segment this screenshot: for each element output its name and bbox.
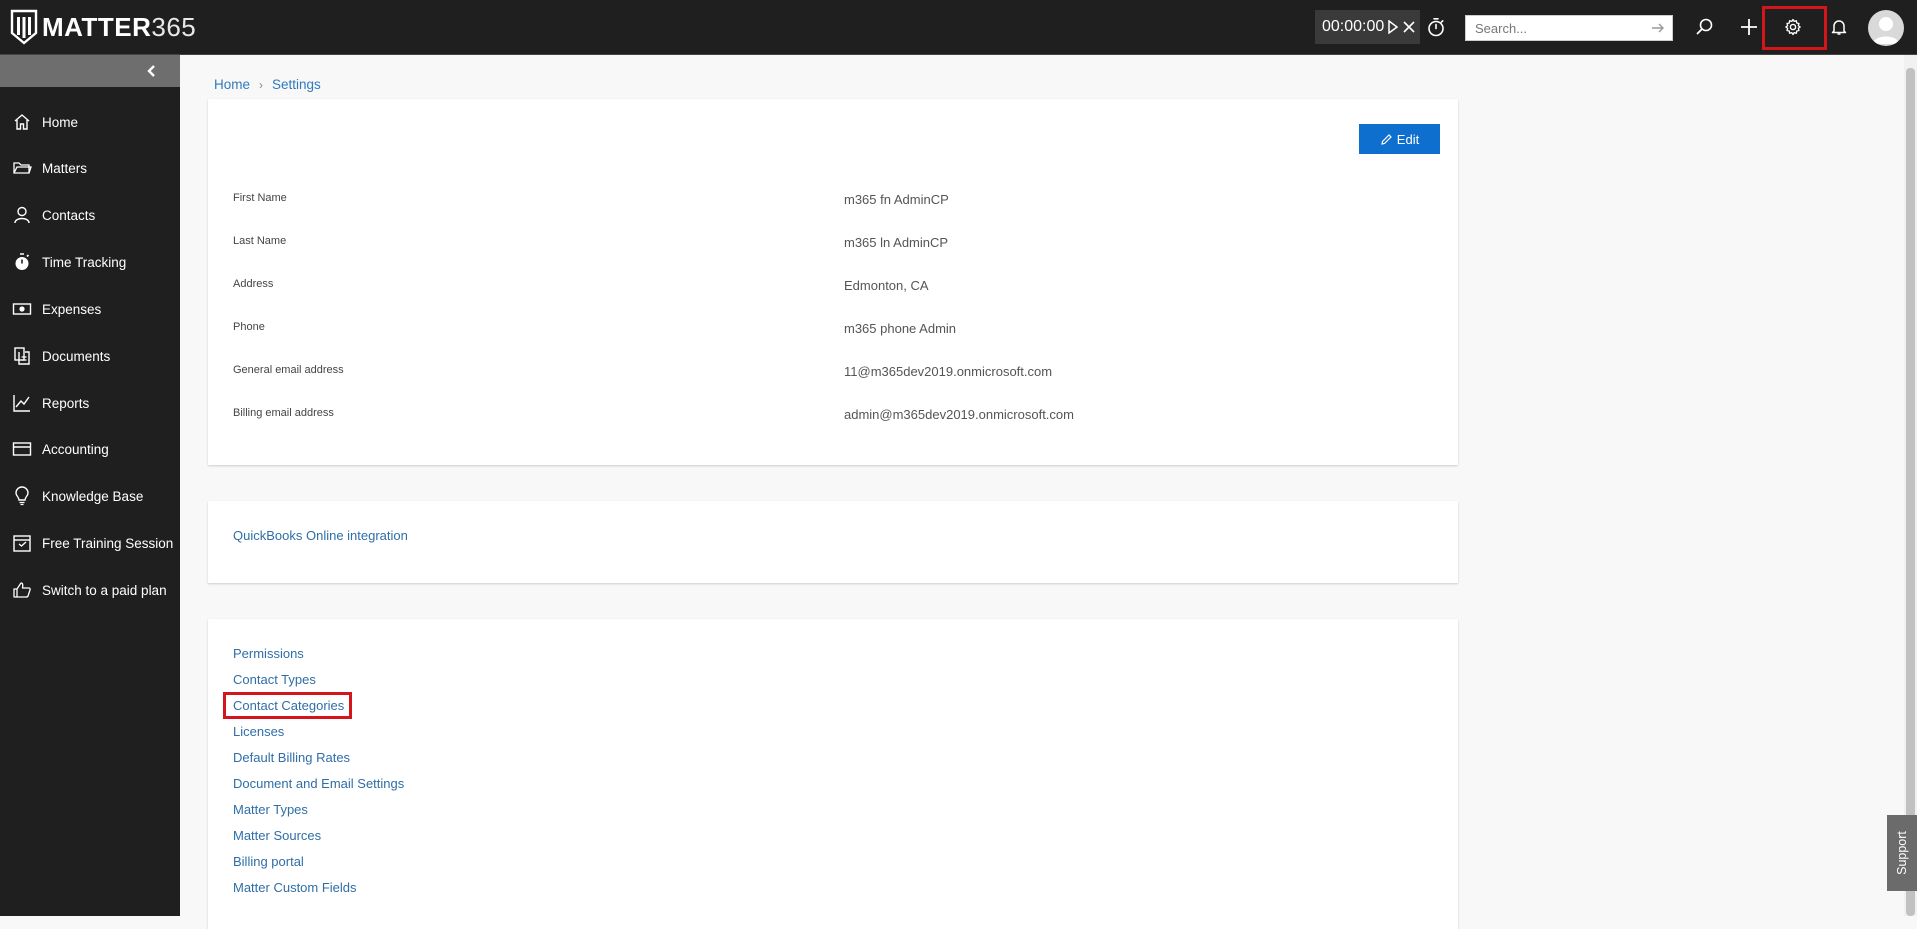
- breadcrumb-current[interactable]: Settings: [272, 77, 321, 92]
- permissions-link[interactable]: Permissions: [233, 646, 304, 661]
- matter-custom-fields-link[interactable]: Matter Custom Fields: [233, 880, 357, 895]
- phone-label: Phone: [233, 321, 265, 333]
- sidebar-item-label: Expenses: [42, 301, 102, 317]
- money-icon: [11, 298, 33, 320]
- sidebar-item-label: Free Training Session: [42, 535, 174, 551]
- billing-portal-link[interactable]: Billing portal: [233, 854, 304, 869]
- sidebar-item-label: Contacts: [42, 207, 96, 223]
- general-email-label: General email address: [233, 364, 344, 376]
- sidebar-item-contacts[interactable]: Contacts: [0, 196, 180, 234]
- edit-button-label: Edit: [1396, 131, 1420, 147]
- stopwatch-icon[interactable]: [1425, 15, 1447, 39]
- search-input[interactable]: [1466, 16, 1654, 40]
- arrow-right-icon[interactable]: [1650, 20, 1666, 41]
- contact-categories-highlight-box: [223, 692, 352, 719]
- contact-types-link[interactable]: Contact Types: [233, 672, 316, 687]
- chevron-left-icon: [147, 65, 155, 77]
- edit-button[interactable]: Edit: [1359, 124, 1440, 154]
- sidebar-item-knowledge-base[interactable]: Knowledge Base: [0, 477, 180, 515]
- stopwatch-icon: [11, 251, 33, 273]
- play-icon[interactable]: [1387, 20, 1399, 34]
- top-bar: MATTER365 00:00:00: [0, 0, 1917, 55]
- matter-sources-link[interactable]: Matter Sources: [233, 828, 321, 843]
- home-icon: [11, 111, 33, 133]
- sidebar-item-label: Matters: [42, 160, 88, 176]
- logo-text: MATTER: [42, 12, 152, 42]
- sidebar-item-accounting[interactable]: Accounting: [0, 430, 180, 468]
- profile-card: [208, 99, 1458, 465]
- sidebar-item-label: Accounting: [42, 441, 109, 457]
- shield-logo-icon: [10, 9, 38, 45]
- sidebar-item-reports[interactable]: Reports: [0, 384, 180, 422]
- search-box: [1465, 15, 1673, 41]
- sidebar-item-label: Reports: [42, 395, 90, 411]
- document-email-settings-link[interactable]: Document and Email Settings: [233, 776, 404, 791]
- last-name-label: Last Name: [233, 235, 287, 247]
- sidebar-item-home[interactable]: Home: [0, 103, 180, 141]
- sidebar-item-label: Switch to a paid plan: [42, 582, 167, 598]
- licenses-link[interactable]: Licenses: [233, 724, 284, 739]
- card-icon: [11, 438, 33, 460]
- sidebar-item-documents[interactable]: Documents: [0, 337, 180, 375]
- folder-icon: [11, 157, 33, 179]
- pencil-icon: [1381, 133, 1392, 145]
- support-tab[interactable]: Support: [1887, 815, 1917, 891]
- scrollbar-thumb[interactable]: [1906, 68, 1915, 916]
- billing-email-value: admin@m365dev2019.onmicrosoft.com: [844, 407, 1074, 422]
- chart-icon: [11, 392, 33, 414]
- sidebar-item-matters[interactable]: Matters: [0, 149, 180, 187]
- sidebar-item-free-training[interactable]: Free Training Session: [0, 524, 180, 562]
- default-billing-rates-link[interactable]: Default Billing Rates: [233, 750, 350, 765]
- app-logo[interactable]: MATTER365: [10, 9, 196, 45]
- quickbooks-integration-link[interactable]: QuickBooks Online integration: [233, 528, 408, 543]
- sidebar-item-paid-plan[interactable]: Switch to a paid plan: [0, 571, 180, 609]
- sidebar-item-label: Knowledge Base: [42, 488, 144, 504]
- support-label: Support: [1895, 831, 1909, 875]
- timer-widget: 00:00:00: [1315, 10, 1420, 44]
- breadcrumb-home[interactable]: Home: [214, 77, 250, 92]
- sidebar-item-label: Home: [42, 114, 79, 130]
- timer-display: 00:00:00: [1322, 18, 1385, 35]
- person-icon: [11, 204, 33, 226]
- chevron-right-icon: ›: [259, 77, 264, 92]
- first-name-label: First Name: [233, 192, 287, 204]
- sidebar-item-expenses[interactable]: Expenses: [0, 290, 180, 328]
- breadcrumb: Home › Settings: [214, 77, 321, 92]
- phone-value: m365 phone Admin: [844, 321, 957, 336]
- settings-links-card: [208, 619, 1458, 929]
- lightbulb-icon: [11, 485, 33, 507]
- sidebar-item-label: Time Tracking: [42, 254, 127, 270]
- search-icon[interactable]: [1692, 15, 1716, 39]
- documents-icon: [11, 345, 33, 367]
- add-icon[interactable]: [1737, 15, 1761, 39]
- settings-highlight-box: [1762, 6, 1827, 50]
- sidebar-item-time-tracking[interactable]: Time Tracking: [0, 243, 180, 281]
- logo-number: 365: [151, 12, 197, 42]
- close-icon[interactable]: [1402, 20, 1416, 34]
- last-name-value: m365 ln AdminCP: [844, 235, 949, 250]
- avatar[interactable]: [1868, 10, 1904, 46]
- bell-icon[interactable]: [1827, 15, 1851, 39]
- sidebar-collapse-bar[interactable]: [0, 55, 180, 87]
- sidebar-item-label: Documents: [42, 348, 111, 364]
- first-name-value: m365 fn AdminCP: [844, 192, 949, 207]
- address-value: Edmonton, CA: [844, 278, 929, 293]
- general-email-value: 11@m365dev2019.onmicrosoft.com: [844, 364, 1053, 379]
- thumbs-up-icon: [11, 579, 33, 601]
- address-label: Address: [233, 278, 274, 290]
- calendar-icon: [11, 532, 33, 554]
- user-avatar-icon: [1873, 17, 1899, 44]
- billing-email-label: Billing email address: [233, 407, 334, 419]
- matter-types-link[interactable]: Matter Types: [233, 802, 308, 817]
